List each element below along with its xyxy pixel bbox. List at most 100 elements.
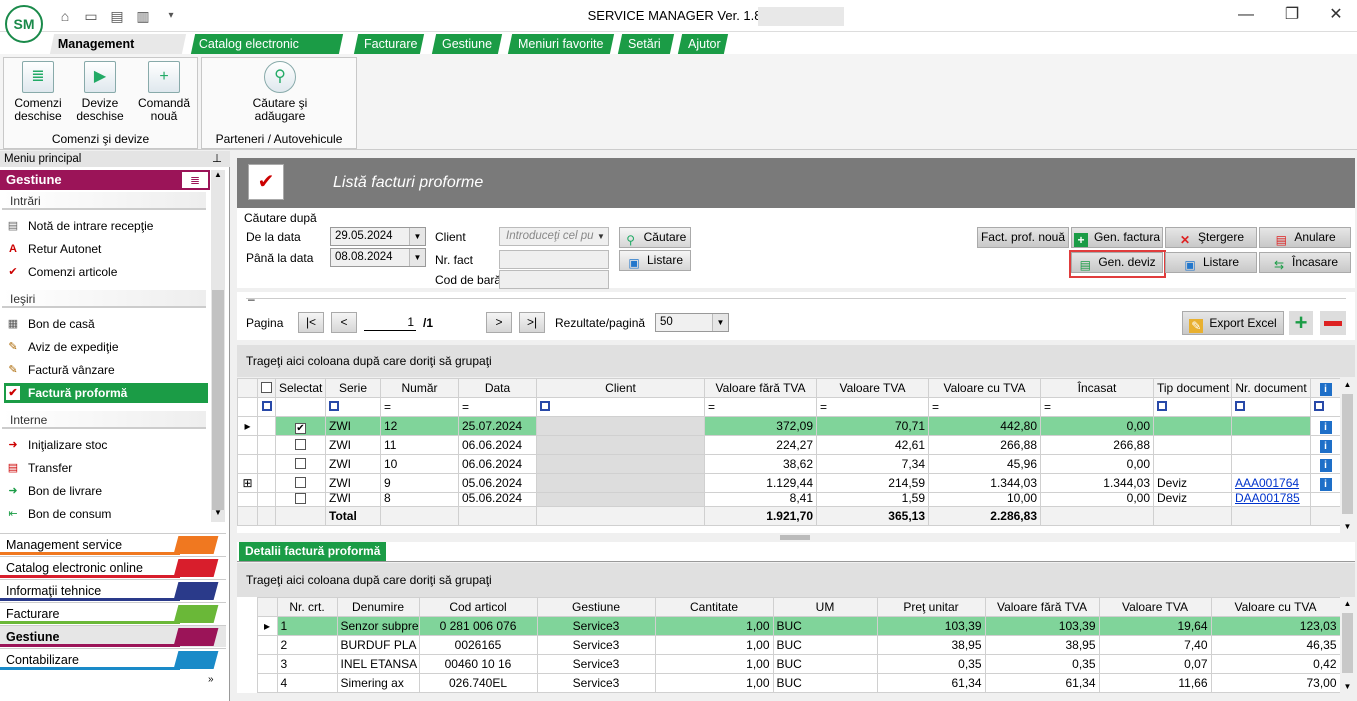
nav-informatii-tehnice[interactable]: Informaţii tehnice	[0, 579, 226, 601]
row-checkbox[interactable]	[295, 439, 306, 450]
col-valoare-cu-tva[interactable]: Valoare cu TVA	[928, 378, 1041, 398]
info-icon[interactable]: i	[1319, 477, 1332, 491]
col-numar[interactable]: Număr	[380, 378, 459, 398]
table-row[interactable]: 4 Simering ax 026.740EL Service3 1,00 BUC 61,…	[237, 673, 1341, 693]
dropdown-arrow-icon[interactable]: ▼	[409, 228, 425, 245]
client-input[interactable]: Introduceţi cel pu ▼	[499, 227, 609, 246]
filter-data[interactable]: =	[458, 397, 537, 417]
nav-contabilizare[interactable]: Contabilizare	[0, 648, 226, 670]
nav-facturare[interactable]: Facturare	[0, 602, 226, 624]
devize-deschise-button[interactable]: ▶ Devize deschise	[70, 61, 130, 123]
cautare-button[interactable]: ⚲ Căutare	[619, 227, 691, 248]
menu-category-gestiune[interactable]: Gestiune	[0, 170, 210, 190]
customize-icon[interactable]: ▾	[162, 8, 180, 24]
nav-catalog-electronic[interactable]: Catalog electronic online	[0, 556, 226, 578]
menu-item-comenzi-articole[interactable]: ✔ Comenzi articole	[4, 262, 208, 282]
dropdown-arrow-icon[interactable]: ▼	[594, 228, 608, 245]
table-row[interactable]: ▸ 1 Senzor subpre 0 281 006 076 Service3 1,…	[237, 616, 1341, 636]
table-row[interactable]: ▸ ✔ ZWI 12 25.07.2024 372,09 70,71 442,80 0,0…	[237, 416, 1341, 436]
prev-page-button[interactable]: <	[331, 312, 357, 333]
info-icon[interactable]: i	[1319, 420, 1332, 434]
tab-gestiune[interactable]: Gestiune	[431, 34, 503, 54]
col-client[interactable]: Client	[536, 378, 705, 398]
col-gestiune[interactable]: Gestiune	[536, 597, 656, 617]
menu-item-factura-proforma[interactable]: ✔ Factură proformă	[4, 383, 208, 403]
first-page-button[interactable]: |<	[298, 312, 324, 333]
tab-detalii-factura[interactable]: Detalii factură proformă	[239, 542, 387, 561]
col-valoare-fara-tva[interactable]: Valoare fără TVA	[704, 378, 817, 398]
section-iesiri[interactable]: Ieşiri	[2, 290, 206, 308]
col-serie[interactable]: Serie	[325, 378, 381, 398]
info-icon[interactable]: i	[1319, 458, 1332, 472]
details-group-by-area[interactable]: Trageţi aici coloana după care doriţi să…	[237, 563, 1355, 597]
info-icon[interactable]: i	[1319, 382, 1332, 396]
table-row[interactable]: 3 INEL ETANSA 00460 10 16 Service3 1,00 BUC 0…	[237, 654, 1341, 674]
filter-tip[interactable]	[1153, 397, 1232, 417]
details-scrollbar-thumb[interactable]	[1342, 613, 1353, 673]
barcode-icon[interactable]: ▥	[134, 8, 152, 24]
col-denumire[interactable]: Denumire	[336, 597, 420, 617]
remove-button[interactable]	[1320, 311, 1346, 335]
filter-numar[interactable]: =	[380, 397, 459, 417]
col-tip-document[interactable]: Tip document	[1153, 378, 1232, 398]
select-all-checkbox[interactable]	[261, 382, 272, 393]
tab-setari[interactable]: Setări	[617, 34, 675, 54]
group-by-area[interactable]: Trageţi aici coloana după care doriţi să…	[237, 345, 1355, 377]
row-checkbox[interactable]	[295, 477, 306, 488]
col-data[interactable]: Data	[458, 378, 537, 398]
col-selectat[interactable]: Selectat	[275, 378, 326, 398]
menu-item-bon-consum[interactable]: ⇤ Bon de consum	[4, 504, 208, 524]
home-icon[interactable]: ⌂	[56, 8, 74, 24]
col-valoare-fara-tva[interactable]: Valoare fără TVA	[984, 597, 1100, 617]
incasare-button[interactable]: ⇆ Încasare	[1259, 252, 1351, 273]
splitter-handle[interactable]	[780, 535, 810, 540]
de-la-data-input[interactable]: 29.05.2024 ▼	[330, 227, 426, 246]
chat-icon[interactable]: ▭	[82, 8, 100, 24]
nav-gestiune[interactable]: Gestiune	[0, 625, 226, 647]
nr-fact-input[interactable]	[499, 250, 609, 269]
filter-client[interactable]	[536, 397, 705, 417]
tab-ajutor[interactable]: Ajutor	[677, 34, 729, 54]
col-pret-unitar[interactable]: Preţ unitar	[876, 597, 986, 617]
row-checkbox[interactable]	[295, 458, 306, 469]
table-row[interactable]: ZWI 8 05.06.2024 8,41 1,59 10,00 0,00 Deviz DA…	[237, 492, 1341, 507]
filter-incasat[interactable]: =	[1040, 397, 1154, 417]
fact-prof-noua-button[interactable]: Fact. prof. nouă	[977, 227, 1069, 248]
anulare-button[interactable]: ▤ Anulare	[1259, 227, 1351, 248]
filter-icon[interactable]	[1157, 401, 1167, 411]
tab-catalog[interactable]: Catalog electronic online	[190, 34, 344, 71]
info-icon[interactable]: i	[1319, 439, 1332, 453]
dropdown-arrow-icon[interactable]: ▼	[409, 249, 425, 266]
table-row[interactable]: ZWI 11 06.06.2024 224,27 42,61 266,88 266,88 …	[237, 435, 1341, 455]
nav-management-service[interactable]: Management service	[0, 533, 226, 555]
listare2-button[interactable]: ▣ Listare	[1165, 252, 1257, 273]
scroll-up-icon[interactable]: ▲	[1340, 380, 1355, 389]
details-scrollbar[interactable]: ▲ ▼	[1340, 597, 1355, 693]
tab-management-service[interactable]: Management service	[49, 34, 187, 71]
menu-item-factura-vanzare[interactable]: ✎ Factură vânzare	[4, 360, 208, 380]
col-nr-document[interactable]: Nr. document	[1231, 378, 1311, 398]
page-input[interactable]: 1	[364, 313, 416, 331]
scroll-down-icon[interactable]: ▼	[211, 508, 225, 520]
col-valoare-tva[interactable]: Valoare TVA	[816, 378, 929, 398]
table-row[interactable]: ⊞ ZWI 9 05.06.2024 1.129,44 214,59 1.344,03 1…	[237, 473, 1341, 493]
comenzi-deschise-button[interactable]: ≣ Comenzi deschise	[8, 61, 68, 123]
menu-item-aviz-expeditie[interactable]: ✎ Aviz de expediţie	[4, 337, 208, 357]
filter-serie[interactable]	[325, 397, 381, 417]
table-row[interactable]: 2 BURDUF PLA 0026165 Service3 1,00 BUC 38,95 3…	[237, 635, 1341, 655]
stergere-button[interactable]: ✕ Ştergere	[1165, 227, 1257, 248]
col-valoare-tva[interactable]: Valoare TVA	[1098, 597, 1212, 617]
close-button[interactable]: ✕	[1316, 4, 1356, 26]
tab-facturare[interactable]: Facturare	[353, 34, 425, 54]
col-cantitate[interactable]: Cantitate	[654, 597, 774, 617]
add-button[interactable]: +	[1289, 311, 1313, 335]
nr-document-link[interactable]: DAA001785	[1231, 492, 1311, 507]
row-checkbox[interactable]	[295, 493, 306, 504]
filter-vtva[interactable]: =	[816, 397, 929, 417]
menu-item-bon-casa[interactable]: ▦ Bon de casă	[4, 314, 208, 334]
row-checkbox[interactable]: ✔	[295, 422, 306, 434]
expand-nav-icon[interactable]: »	[208, 674, 214, 685]
pin-icon[interactable]: ⊥	[212, 151, 222, 167]
grid-scrollbar-thumb[interactable]	[1342, 394, 1353, 514]
col-valoare-cu-tva[interactable]: Valoare cu TVA	[1210, 597, 1341, 617]
